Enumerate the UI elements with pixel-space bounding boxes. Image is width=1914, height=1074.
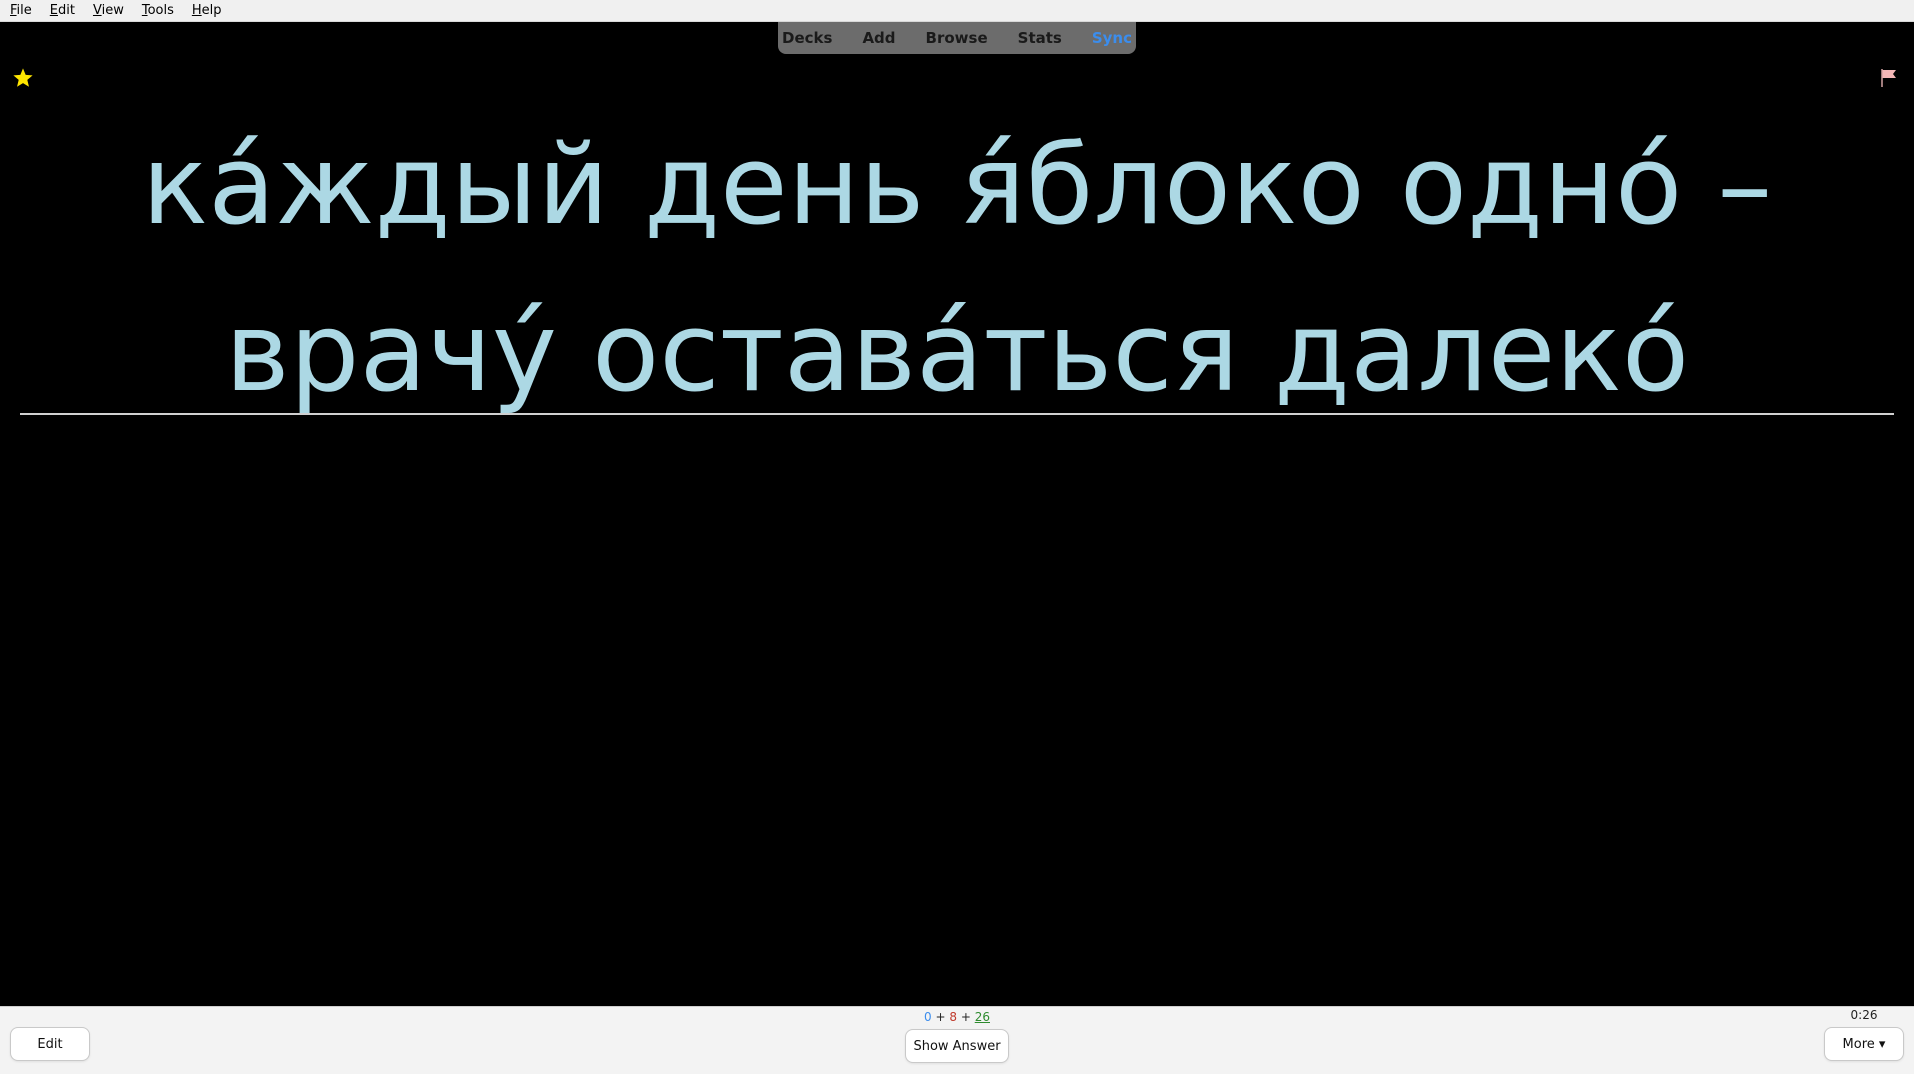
review-timer: 0:26 (1850, 1008, 1878, 1022)
menu-edit-label: dit (58, 3, 75, 18)
menu-tools[interactable]: Tools (132, 3, 182, 18)
edit-button[interactable]: Edit (10, 1027, 90, 1061)
answer-divider (20, 413, 1894, 415)
menu-edit[interactable]: Edit (40, 3, 83, 18)
learn-count: 8 (949, 1010, 957, 1024)
menu-bar: File Edit View Tools Help (0, 0, 1914, 22)
menu-view-label: iew (101, 3, 124, 18)
star-icon (13, 68, 33, 87)
menu-view[interactable]: View (83, 3, 132, 18)
bottom-bar: 0 + 8 + 26 0:26 Edit Show Answer More ▾ (0, 1006, 1914, 1074)
menu-file[interactable]: File (0, 3, 40, 18)
menu-view-mnemonic: V (92, 3, 102, 18)
new-count: 0 (924, 1010, 932, 1024)
nav-add[interactable]: Add (847, 29, 910, 47)
menu-file-label: ile (16, 3, 32, 18)
review-area: ка́ждый день я́блоко одно́ – врачу́ оста… (0, 22, 1914, 1006)
nav-stats[interactable]: Stats (1003, 29, 1077, 47)
nav-decks[interactable]: Decks (767, 29, 847, 47)
card-front-text: ка́ждый день я́блоко одно́ – врачу́ оста… (141, 121, 1773, 416)
due-counts: 0 + 8 + 26 (0, 1010, 1914, 1024)
nav-browse[interactable]: Browse (911, 29, 1003, 47)
menu-help-mnemonic: H (191, 3, 202, 18)
menu-help[interactable]: Help (182, 3, 230, 18)
menu-tools-label: ools (147, 3, 174, 18)
flag-icon (1881, 69, 1896, 87)
count-separator: + (960, 1010, 971, 1024)
top-toolbar: Decks Add Browse Stats Sync (778, 22, 1136, 54)
show-answer-button[interactable]: Show Answer (905, 1029, 1009, 1063)
menu-edit-mnemonic: E (49, 3, 58, 18)
count-separator: + (935, 1010, 946, 1024)
more-button[interactable]: More ▾ (1824, 1027, 1904, 1061)
menu-help-label: elp (201, 3, 222, 18)
nav-sync[interactable]: Sync (1077, 29, 1147, 47)
review-count: 26 (974, 1010, 990, 1024)
